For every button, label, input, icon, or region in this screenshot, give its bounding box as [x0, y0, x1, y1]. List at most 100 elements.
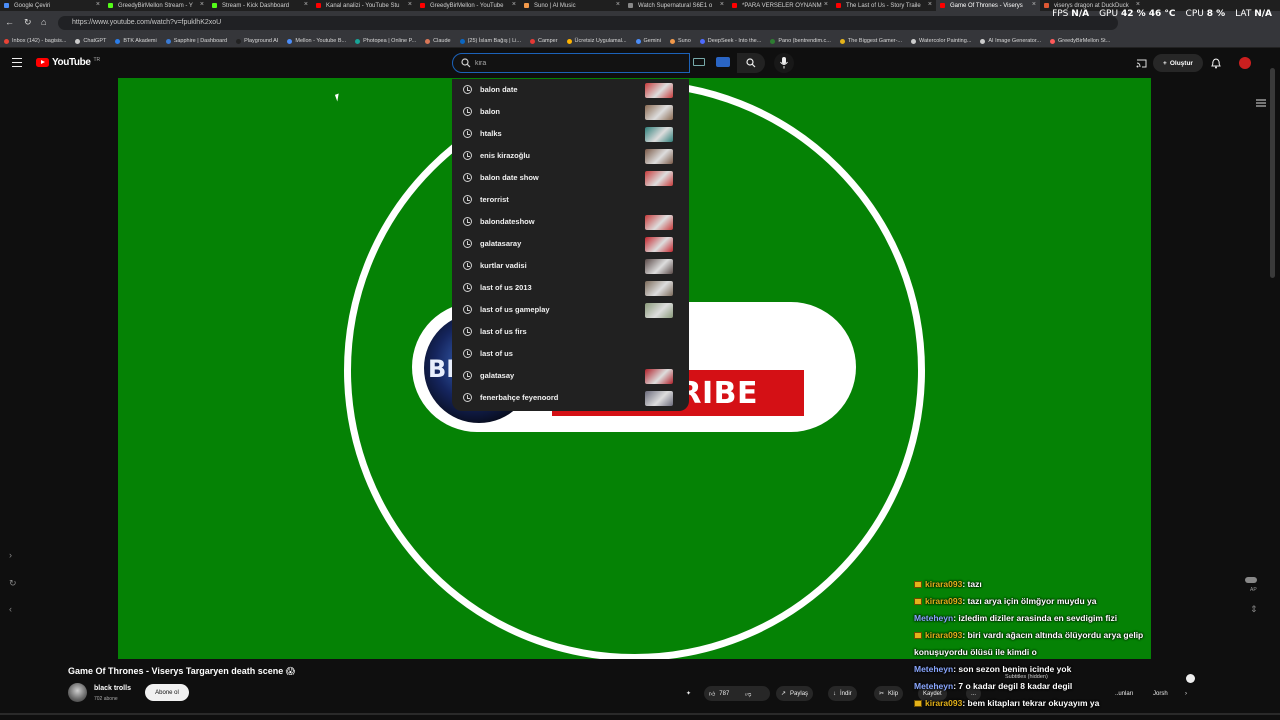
close-tab-icon[interactable]: ×: [1032, 1, 1036, 8]
bookmark-item[interactable]: ChatGPT: [75, 38, 106, 44]
browser-tab[interactable]: Watch Supernatural S6E1 o ×: [624, 0, 728, 11]
collapse-chevron-icon[interactable]: ‹: [9, 604, 12, 614]
search-suggestion-item[interactable]: terorrist: [452, 189, 689, 211]
subscriber-badge-icon: [914, 581, 922, 588]
expand-chevron-icon[interactable]: ›: [9, 550, 12, 560]
bookmark-item[interactable]: Mellon - Youtube B...: [287, 38, 346, 44]
search-suggestion-item[interactable]: galatasay: [452, 365, 689, 387]
close-tab-icon[interactable]: ×: [512, 1, 516, 8]
cast-icon[interactable]: [1136, 59, 1147, 68]
search-suggestion-item[interactable]: fenerbahçe feyenoord: [452, 387, 689, 409]
search-suggestion-item[interactable]: balondateshow: [452, 211, 689, 233]
search-input[interactable]: [475, 57, 675, 70]
bookmark-item[interactable]: Photopea | Online P...: [355, 38, 416, 44]
search-suggestion-item[interactable]: enis kirazoğlu: [452, 145, 689, 167]
close-tab-icon[interactable]: ×: [96, 1, 100, 8]
close-tab-icon[interactable]: ×: [200, 1, 204, 8]
bookmark-item[interactable]: (25) İslam Bağış | Li...: [459, 38, 521, 44]
youtube-logo[interactable]: YouTube TR: [36, 57, 100, 68]
voice-search-button[interactable]: [774, 53, 794, 73]
chevron-down-icon[interactable]: [1186, 674, 1195, 683]
bookmark-item[interactable]: GreedyBirMellon St...: [1049, 38, 1110, 44]
create-button[interactable]: + Oluştur: [1153, 54, 1203, 72]
page-scrollbar[interactable]: [1270, 68, 1275, 278]
ai-icon[interactable]: ✦: [686, 686, 691, 701]
download-button[interactable]: ↓ İndir: [828, 686, 857, 701]
close-tab-icon[interactable]: ×: [720, 1, 724, 8]
close-tab-icon[interactable]: ×: [1136, 1, 1140, 8]
bookmark-item[interactable]: Pano (bentrendim.c...: [770, 38, 831, 44]
history-icon: [463, 151, 472, 160]
bookmark-item[interactable]: Inbox (142) - bagisis...: [4, 38, 66, 44]
reload-icon[interactable]: ↻: [24, 17, 32, 28]
tab-label: Watch Supernatural S6E1 o: [638, 2, 713, 9]
bookmark-item[interactable]: Sapphire | Dashboard: [165, 38, 227, 44]
browser-tab[interactable]: GreedyBirMellon Stream - Y ×: [104, 0, 208, 11]
search-suggestion-item[interactable]: balon date: [452, 79, 689, 101]
bookmark-item[interactable]: Claude: [425, 38, 451, 44]
bookmark-item[interactable]: Camper: [529, 38, 558, 44]
channel-avatar[interactable]: [68, 683, 87, 702]
user-avatar[interactable]: [1239, 57, 1251, 69]
bookmark-item[interactable]: The Biggest Gamer-...: [839, 38, 902, 44]
search-suggestion-item[interactable]: last of us gameplay: [452, 299, 689, 321]
search-suggestion-item[interactable]: galatasaray: [452, 233, 689, 255]
channel-name[interactable]: black trolls: [94, 685, 131, 692]
bookmark-item[interactable]: AI Image Generator...: [980, 38, 1041, 44]
chevron-right-icon[interactable]: ›: [1180, 686, 1192, 701]
browser-tab[interactable]: Google Çeviri ×: [0, 0, 104, 11]
url-field[interactable]: https://www.youtube.com/watch?v=fpuklhK2…: [58, 16, 1118, 30]
menu-icon[interactable]: [12, 58, 22, 67]
search-button[interactable]: [737, 53, 765, 73]
extension-icon[interactable]: [716, 57, 730, 67]
like-icon[interactable]: 👍︎: [709, 690, 715, 698]
close-tab-icon[interactable]: ×: [304, 1, 308, 8]
browser-tab[interactable]: Stream - Kick Dashboard ×: [208, 0, 312, 11]
suggestion-thumbnail: [645, 369, 673, 384]
browser-tab[interactable]: GreedyBirMellon - YouTube ×: [416, 0, 520, 11]
dislike-icon[interactable]: 👎︎: [745, 690, 751, 698]
search-suggestion-item[interactable]: balon date show: [452, 167, 689, 189]
refresh-icon[interactable]: ↻: [9, 578, 17, 589]
bookmark-item[interactable]: Suno: [669, 38, 691, 44]
browser-tab[interactable]: Game Of Thrones - Viserys ×: [936, 0, 1040, 11]
bookmark-favicon-icon: [115, 38, 121, 44]
search-box[interactable]: [452, 53, 690, 73]
search-suggestion-item[interactable]: last of us: [452, 343, 689, 365]
clip-label: Klip: [888, 690, 899, 697]
browser-tab[interactable]: *PARA VERSELER OYNANM ×: [728, 0, 832, 11]
bookmark-item[interactable]: DeepSeek - Into the...: [699, 38, 761, 44]
search-suggestion-item[interactable]: balon: [452, 101, 689, 123]
close-tab-icon[interactable]: ×: [928, 1, 932, 8]
tab-label: GreedyBirMellon Stream - Y: [118, 2, 193, 9]
search-suggestion-item[interactable]: kurtlar vadisi: [452, 255, 689, 277]
keyboard-icon[interactable]: [693, 58, 705, 66]
clip-button[interactable]: ✂ Klip: [874, 686, 904, 701]
share-button[interactable]: ↗ Paylaş: [776, 686, 814, 701]
autoplay-toggle[interactable]: [1245, 577, 1257, 583]
search-suggestion-item[interactable]: htalks: [452, 123, 689, 145]
like-count[interactable]: 787: [719, 691, 729, 697]
close-tab-icon[interactable]: ×: [616, 1, 620, 8]
progress-track[interactable]: [0, 713, 1280, 715]
bookmark-item[interactable]: Ücretsiz Uygulamal...: [566, 38, 627, 44]
browser-tab[interactable]: Suno | AI Music ×: [520, 0, 624, 11]
close-tab-icon[interactable]: ×: [824, 1, 828, 8]
home-icon[interactable]: ⌂: [41, 17, 46, 27]
notifications-bell-icon[interactable]: [1211, 58, 1221, 69]
back-icon[interactable]: ←: [5, 17, 14, 27]
browser-tab[interactable]: The Last of Us - Story Traile ×: [832, 0, 936, 11]
history-icon: [463, 349, 472, 358]
close-tab-icon[interactable]: ×: [408, 1, 412, 8]
bookmark-item[interactable]: Playground AI: [236, 38, 278, 44]
bookmark-item[interactable]: Gemini: [635, 38, 661, 44]
search-suggestion-item[interactable]: last of us firs: [452, 321, 689, 343]
bookmark-label: Inbox (142) - bagisis...: [12, 38, 67, 44]
bookmark-item[interactable]: Watercolor Painting...: [911, 38, 971, 44]
search-suggestion-item[interactable]: last of us 2013: [452, 277, 689, 299]
subscribe-button[interactable]: Abone ol: [145, 684, 189, 701]
browser-tab[interactable]: Kanal analizi - YouTube Stu ×: [312, 0, 416, 11]
bookmark-item[interactable]: BTK Akademi: [115, 38, 157, 44]
scroll-arrows-icon[interactable]: ⇕: [1250, 604, 1258, 615]
playlist-icon[interactable]: [1256, 98, 1266, 108]
